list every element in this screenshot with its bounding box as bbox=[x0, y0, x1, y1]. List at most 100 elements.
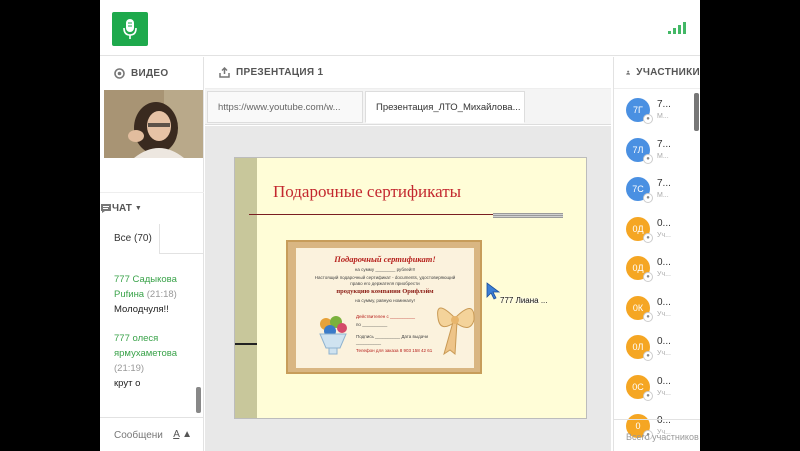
participant-item[interactable]: 7Л ● 7... М... bbox=[614, 130, 700, 170]
slide-decoration bbox=[493, 213, 563, 218]
participants-scrollbar[interactable] bbox=[694, 93, 699, 131]
participants-title: УЧАСТНИКИ bbox=[636, 67, 700, 78]
microphone-button[interactable] bbox=[112, 12, 148, 46]
certificate-line: Подпись __________ Дата выдачи _________… bbox=[356, 334, 429, 345]
avatar: 7С ● bbox=[626, 177, 653, 203]
participant-badge-icon: ● bbox=[643, 114, 653, 124]
participants-section-header[interactable]: УЧАСТНИКИ bbox=[614, 57, 700, 89]
participant-name: 7... bbox=[657, 99, 671, 110]
participant-role: М... bbox=[657, 113, 669, 120]
webcam-image bbox=[104, 90, 203, 158]
message-author[interactable]: 777 олеся ярмухаметова bbox=[114, 333, 177, 359]
participant-name: 0... bbox=[657, 336, 671, 347]
participant-badge-icon: ● bbox=[643, 311, 653, 322]
upload-icon bbox=[219, 67, 230, 78]
ribbon-bow-image bbox=[437, 307, 475, 356]
participant-item[interactable]: 0Д ● 0... Уч... bbox=[614, 209, 700, 249]
participant-role: М... bbox=[657, 192, 669, 199]
slide: Подарочные сертификаты Подарочный сертиф… bbox=[234, 157, 587, 419]
participant-badge-icon: ● bbox=[643, 232, 653, 243]
slide-side-bar bbox=[235, 158, 257, 418]
participant-role: М... bbox=[657, 152, 669, 160]
chat-message: 777 Садыкова Рufина (21:18) Молодчуля!! bbox=[114, 272, 196, 317]
participant-name: 0... bbox=[657, 375, 671, 387]
participant-name: 7... bbox=[657, 178, 671, 189]
chat-tabs: Все (70) bbox=[100, 224, 204, 254]
participant-role: Уч... bbox=[657, 231, 671, 239]
avatar-initials: 0Д bbox=[632, 263, 644, 273]
participant-role: Уч... bbox=[657, 310, 671, 318]
participant-role: Уч... bbox=[657, 389, 671, 397]
slide-viewer: Подарочные сертификаты Подарочный сертиф… bbox=[205, 126, 611, 451]
participant-name: 0... bbox=[657, 296, 671, 308]
avatar: 0К ● bbox=[626, 295, 653, 322]
chevron-down-icon[interactable]: ▼ bbox=[135, 205, 142, 212]
participant-item[interactable]: 7С ● 7... М... bbox=[614, 169, 700, 209]
chat-icon bbox=[101, 204, 111, 213]
tab-presentation[interactable]: Презентация_ЛТО_Михайлова... bbox=[365, 91, 525, 123]
message-text: крут о bbox=[114, 378, 141, 389]
chat-section-header[interactable]: ЧАТ ▼ bbox=[100, 192, 204, 224]
presenter-pointer-icon bbox=[486, 282, 500, 300]
participants-total: Всего участников bbox=[614, 419, 700, 451]
video-section-header[interactable]: ВИДЕО bbox=[100, 57, 203, 89]
certificate-image: Подарочный сертификат! на сумму ________… bbox=[286, 240, 482, 374]
avatar-initials: 0К bbox=[632, 302, 644, 313]
avatar-initials: 0Л bbox=[632, 342, 644, 352]
participant-name: 7... bbox=[657, 138, 671, 150]
top-bar bbox=[100, 0, 700, 56]
participant-role: Уч... bbox=[657, 350, 671, 357]
slide-title: Подарочные сертификаты bbox=[273, 182, 462, 201]
pointer-label: 777 Лиана ... bbox=[500, 296, 548, 305]
message-time: (21:18) bbox=[146, 289, 177, 300]
participant-role: Уч... bbox=[657, 271, 671, 278]
participant-badge-icon: ● bbox=[643, 272, 653, 282]
avatar: 7Г ● bbox=[626, 98, 653, 124]
avatar-initials: 7С bbox=[632, 184, 644, 194]
microphone-icon bbox=[123, 19, 137, 39]
participant-item[interactable]: 0К ● 0... Уч... bbox=[614, 288, 700, 328]
chat-messages: 777 Садыкова Рufина (21:18) Молодчуля!! … bbox=[100, 272, 196, 405]
webinar-app: ВИДЕО ЧАТ ▼ Все (70) 777 Садыкова Рufина bbox=[100, 0, 700, 451]
content-tabs: https://www.youtube.com/w... Презентация… bbox=[205, 89, 611, 125]
chat-title: ЧАТ bbox=[112, 203, 132, 214]
certificate-line: по __________ bbox=[356, 322, 388, 327]
chat-tab-all[interactable]: Все (70) bbox=[100, 224, 160, 254]
certificate-line: право его держателя приобрести bbox=[350, 281, 420, 286]
certificate-line: Действителен с __________ bbox=[356, 314, 416, 319]
avatar: 0С ● bbox=[626, 374, 653, 401]
avatar: 0Д ● bbox=[626, 256, 653, 282]
presentation-title: ПРЕЗЕНТАЦИЯ 1 bbox=[236, 67, 324, 78]
participant-badge-icon: ● bbox=[643, 390, 653, 401]
avatar-initials: 0Д bbox=[632, 223, 644, 234]
avatar-initials: 7Г bbox=[633, 105, 643, 115]
message-time: (21:19) bbox=[114, 363, 145, 374]
chat-scrollbar[interactable] bbox=[196, 387, 201, 413]
text-format-icon[interactable]: A ▲ bbox=[173, 429, 192, 440]
participants-list: 7Г ● 7... М... 7Л ● 7... М... 7С ● 7... М... 0Д ● 0...… bbox=[614, 90, 700, 446]
webcam-video[interactable] bbox=[104, 90, 203, 158]
participant-name: 0... bbox=[657, 217, 671, 229]
certificate-line: на сумму ________ рублей!!! bbox=[354, 267, 416, 272]
participant-item[interactable]: 7Г ● 7... М... bbox=[614, 90, 700, 130]
certificate-line: Телефон для заказа 8 903 158 42 61 bbox=[356, 348, 433, 353]
avatar: 0Л ● bbox=[626, 335, 653, 361]
participant-badge-icon: ● bbox=[643, 351, 653, 361]
slide-divider bbox=[235, 343, 257, 345]
tab-youtube[interactable]: https://www.youtube.com/w... bbox=[207, 91, 363, 123]
video-icon bbox=[114, 67, 125, 79]
chat-input[interactable]: Сообщени A ▲ bbox=[100, 417, 204, 451]
participant-item[interactable]: 0Д ● 0... Уч... bbox=[614, 248, 700, 288]
presentation-section-header[interactable]: ПРЕЗЕНТАЦИЯ 1 bbox=[205, 57, 611, 89]
chat-message: 777 олеся ярмухаметова (21:19) крут о bbox=[114, 331, 196, 391]
participant-badge-icon: ● bbox=[643, 193, 653, 203]
participant-name: 0... bbox=[657, 257, 671, 268]
participants-panel: УЧАСТНИКИ 7Г ● 7... М... 7Л ● 7... М... 7С ● 7... М… bbox=[613, 57, 700, 451]
participant-item[interactable]: 0Л ● 0... Уч... bbox=[614, 327, 700, 367]
left-panel: ВИДЕО ЧАТ ▼ Все (70) 777 Садыкова Рufина bbox=[100, 57, 204, 451]
chat-input-placeholder: Сообщени bbox=[114, 430, 163, 441]
participant-badge-icon: ● bbox=[643, 153, 653, 164]
user-icon bbox=[626, 70, 631, 75]
participant-item[interactable]: 0С ● 0... Уч... bbox=[614, 367, 700, 407]
video-title: ВИДЕО bbox=[131, 67, 169, 79]
